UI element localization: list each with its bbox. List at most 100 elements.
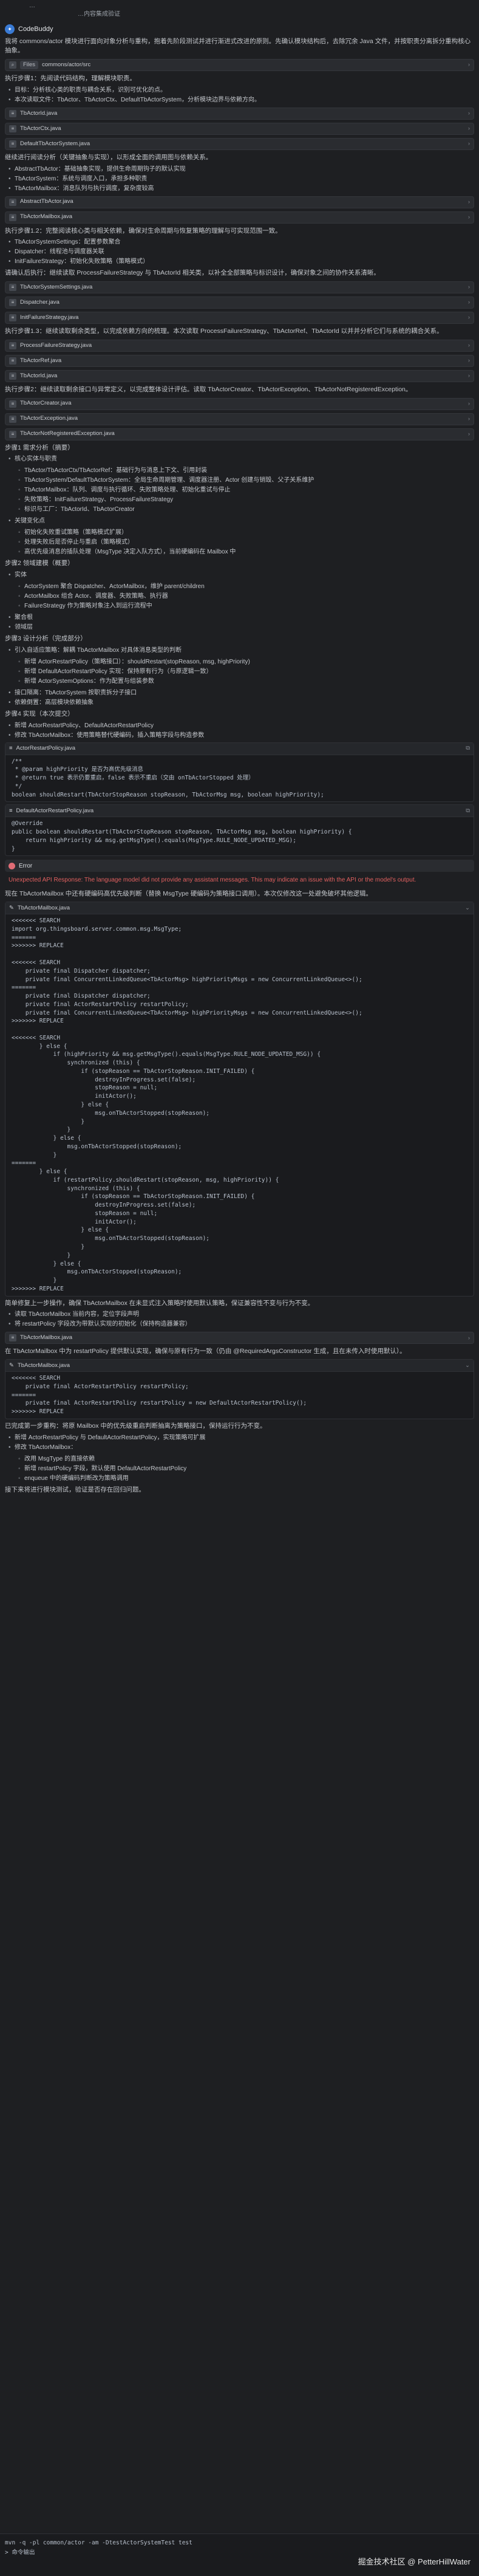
summary-sublist: 改用 MsgType 的直接依赖 新增 restartPolicy 字段，默认使… xyxy=(18,1454,474,1483)
list-item: TbActorSystem：系统与调度入口，承担多种职责 xyxy=(8,174,474,183)
file-icon: ≡ xyxy=(9,109,16,117)
tool-call-read[interactable]: ≡ TbActorCtx.java › xyxy=(5,122,474,135)
list-item: 标识与工厂：TbActorId、TbActorCreator xyxy=(18,505,474,514)
step-list: 接口隔离：TbActorSystem 按职责拆分子接口 依赖倒置：高层模块依赖抽… xyxy=(8,688,474,707)
top-bar: … …内容集成验证 xyxy=(5,0,474,21)
code-block-title: DefaultActorRestartPolicy.java xyxy=(16,807,94,814)
tool-call-read[interactable]: ≡ TbActorSystemSettings.java › xyxy=(5,281,474,293)
tool-call-read[interactable]: ≡ TbActorId.java › xyxy=(5,369,474,382)
code-block-header[interactable]: ≡ DefaultActorRestartPolicy.java ⧉ xyxy=(5,805,474,818)
list-item: 新增 ActorRestartPolicy 与 DefaultActorRest… xyxy=(8,1433,474,1442)
diff-block-header[interactable]: ✎ TbActorMailbox.java ⌄ xyxy=(5,1360,474,1372)
copy-icon[interactable]: ⧉ xyxy=(466,744,470,753)
message-text: 在 TbActorMailbox 中为 restartPolicy 提供默认实现… xyxy=(5,1348,406,1355)
chevron-right-icon: › xyxy=(468,372,470,379)
chevron-right-icon: › xyxy=(468,299,470,306)
step-sublist: 新增 ActorRestartPolicy（策略接口）：shouldRestar… xyxy=(18,657,474,686)
tool-call-read[interactable]: ≡ TbActorId.java › xyxy=(5,107,474,120)
list-item: 高优先级消息的插队处理（MsgType 决定入队方式），当前硬编码在 Mailb… xyxy=(18,547,474,557)
step-list: 引入自适应策略：解耦 TbActorMailbox 对具体消息类型的判断 xyxy=(8,646,474,655)
edit-icon: ✎ xyxy=(9,1362,14,1369)
code-block-header[interactable]: ≡ ActorRestartPolicy.java ⧉ xyxy=(5,742,474,755)
list-item: 将 restartPolicy 字段改为带默认实现的初始化（保持构造器兼容） xyxy=(8,1320,474,1329)
step-title: 步骤2 领域建模（概要） xyxy=(5,560,74,567)
tool-call-read[interactable]: ≡ AbstractTbActor.java › xyxy=(5,196,474,208)
diff-block-header[interactable]: ✎ TbActorMailbox.java ⌄ xyxy=(5,902,474,915)
file-icon: ≡ xyxy=(9,299,16,306)
tool-call-read[interactable]: ≡ DefaultTbActorSystem.java › xyxy=(5,137,474,150)
file-icon: ≡ xyxy=(9,372,16,380)
chevron-down-icon[interactable]: ⌄ xyxy=(465,1362,470,1370)
chevron-right-icon: › xyxy=(468,415,470,422)
message-text: 简单修复上一步操作，确保 TbActorMailbox 在未显式注入策略时使用默… xyxy=(5,1299,314,1307)
chevron-right-icon: › xyxy=(468,357,470,363)
assistant-name: CodeBuddy xyxy=(18,26,53,33)
list-item: TbActorMailbox：队列、调度与执行循环、失败策略处理、初始化重试与停… xyxy=(18,485,474,495)
terminal-panel: mvn -q -pl common/actor -am -DtestActorS… xyxy=(0,2533,479,2576)
code-content: @Override public boolean shouldRestart(T… xyxy=(12,820,352,852)
chevron-down-icon[interactable]: ⌄ xyxy=(465,904,470,913)
chevron-right-icon: › xyxy=(468,213,470,220)
code-block-title: ActorRestartPolicy.java xyxy=(16,745,76,752)
tool-label: TbActorMailbox.java xyxy=(20,1334,73,1341)
tool-call-read[interactable]: ≡ TbActorMailbox.java › xyxy=(5,1332,474,1345)
tool-label: TbActorId.java xyxy=(20,372,58,379)
tool-label: TbActorId.java xyxy=(20,109,58,117)
step-title: 步骤1 需求分析（摘要） xyxy=(5,444,74,451)
tool-tag: Files xyxy=(20,60,39,70)
analysis-text: 执行步骤1.2：完整阅读核心类与相关依赖，确保对生命周期与恢复策略的理解与可实现… xyxy=(5,227,282,235)
tool-label: InitFailureStrategy.java xyxy=(20,313,79,321)
watermark: 掘金技术社区 @ PetterHillWater xyxy=(358,2557,471,2566)
tool-label: commons/actor/src xyxy=(42,61,91,68)
intro-text: 我将 commons/actor 模块进行面向对象分析与重构，抱着先阶段测试并进… xyxy=(5,37,471,55)
list-item: 本次读取文件：TbActor、TbActorCtx、DefaultTbActor… xyxy=(8,95,474,104)
step-list: 实体 xyxy=(8,570,474,580)
list-item: 接口隔离：TbActorSystem 按职责拆分子接口 xyxy=(8,688,474,697)
tool-call-read[interactable]: ≡ TbActorMailbox.java › xyxy=(5,211,474,224)
assistant-avatar-icon: ✦ xyxy=(5,24,15,35)
list-item: 关键变化点 xyxy=(8,516,474,526)
tool-label: ProcessFailureStrategy.java xyxy=(20,341,92,349)
analysis-text: 执行步骤2：继续读取剩余接口与异常定义，以完成整体设计评估。读取 TbActor… xyxy=(5,385,412,393)
tool-call-read[interactable]: ≡ Dispatcher.java › xyxy=(5,296,474,309)
tool-call-read[interactable]: ≡ ProcessFailureStrategy.java › xyxy=(5,339,474,352)
step-sublist: ActorSystem 聚合 Dispatcher、ActorMailbox，维… xyxy=(18,582,474,611)
list-item: 新增 DefaultActorRestartPolicy 实现：保持原有行为（与… xyxy=(18,667,474,676)
top-bar-line1: … xyxy=(29,2,35,9)
tool-call-read[interactable]: ≡ TbActorRef.java › xyxy=(5,354,474,367)
tool-call-read[interactable]: ≡ TbActorCreator.java › xyxy=(5,397,474,410)
list-item: 改用 MsgType 的直接依赖 xyxy=(18,1454,474,1464)
code-block: ≡ ActorRestartPolicy.java ⧉ /** * @param… xyxy=(5,742,474,803)
tool-label: TbActorCtx.java xyxy=(20,125,61,132)
file-icon: ≡ xyxy=(9,125,16,132)
analysis-list: TbActorSystemSettings：配置参数聚合 Dispatcher：… xyxy=(8,238,474,266)
search-icon: ⌕ xyxy=(9,61,16,69)
tool-call-read[interactable]: ≡ TbActorNotRegisteredException.java › xyxy=(5,428,474,440)
file-icon: ≡ xyxy=(9,140,16,148)
error-message: Unexpected API Response: The language mo… xyxy=(8,877,416,884)
list-item: 依赖倒置：高层模块依赖抽象 xyxy=(8,698,474,707)
copy-icon[interactable]: ⧉ xyxy=(466,807,470,815)
list-item: Dispatcher：线程池与调度器关联 xyxy=(8,247,474,256)
analysis-text: 执行步骤1.3：继续读取剩余类型，以完成依赖方向的梳理。本次读取 Process… xyxy=(5,327,443,335)
chat-panel: … …内容集成验证 ✦ CodeBuddy 我将 commons/actor 模… xyxy=(0,0,479,1496)
diff-content: <<<<<<< SEARCH import org.thingsboard.se… xyxy=(12,917,362,1292)
diff-block-title: TbActorMailbox.java xyxy=(17,1362,70,1369)
terminal-command[interactable]: mvn -q -pl common/actor -am -DtestActorS… xyxy=(5,2539,192,2547)
chevron-right-icon: › xyxy=(468,284,470,290)
list-item: ActorMailbox 组合 Actor、调度器、失败策略、执行器 xyxy=(18,592,474,601)
tool-call-files[interactable]: ⌕ Files commons/actor/src › xyxy=(5,59,474,71)
file-icon: ≡ xyxy=(9,1334,16,1342)
chevron-right-icon: › xyxy=(468,125,470,131)
chevron-right-icon: › xyxy=(468,314,470,321)
tool-call-read[interactable]: ≡ TbActorException.java › xyxy=(5,413,474,425)
terminal-label: > 命令输出 xyxy=(5,2549,35,2557)
chevron-right-icon: › xyxy=(468,110,470,116)
list-item: 引入自适应策略：解耦 TbActorMailbox 对具体消息类型的判断 xyxy=(8,646,474,655)
message-text: 现在 TbActorMailbox 中还有硬编码高优先级判断（替换 MsgTyp… xyxy=(5,890,372,898)
list-item: 领域层 xyxy=(8,623,474,632)
code-block: ≡ DefaultActorRestartPolicy.java ⧉ @Over… xyxy=(5,804,474,857)
tool-call-read[interactable]: ≡ InitFailureStrategy.java › xyxy=(5,312,474,324)
error-icon xyxy=(8,862,15,869)
error-header[interactable]: Error xyxy=(5,860,474,872)
